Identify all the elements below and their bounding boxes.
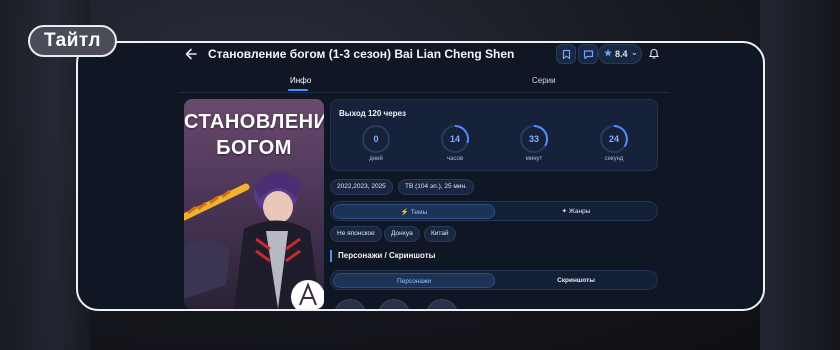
tag-chip[interactable]: Не японское [330,226,382,242]
countdown-days: 0 дней [351,124,401,162]
tab-episodes[interactable]: Серии [532,76,556,85]
themes-genres-switch: ⚡ Темы ✦ Жанры [330,201,658,221]
tab-characters[interactable]: Персонажи [333,273,495,288]
countdown-value: 0 [373,134,379,144]
countdown-value: 24 [608,134,619,144]
countdown-title: Выход 120 через [339,109,406,118]
characters-screenshots-switch: Персонажи Скриншоты [330,270,658,290]
tab-genres[interactable]: ✦ Жанры [497,204,655,219]
lightning-icon: ⚡ [400,209,409,216]
tag-chip[interactable]: Китай [424,226,456,242]
years-chip: 2022,2023, 2025 [330,179,393,195]
rating-value: 8.4 [615,49,628,59]
background-blur-right [760,0,840,350]
character-avatar[interactable] [378,299,410,309]
countdown-label: дней [369,156,383,162]
section-badge: Тайтл [28,25,118,57]
top-bar: Становление богом (1-3 сезон) Bai Lian C… [178,43,670,67]
countdown-minutes: 33 минут [509,124,559,162]
poster-title-line2: БОГОМ [216,137,292,159]
comment-icon [583,50,594,60]
countdown-label: минут [525,156,543,162]
tab-info[interactable]: Инфо [287,76,311,91]
countdown-label: секунд [604,156,624,162]
character-avatar[interactable] [426,299,458,309]
bookmark-button[interactable] [556,44,576,64]
countdown-hours: 14 часов [430,124,480,162]
rating-button[interactable]: ★ 8.4 ⌄ [598,44,642,64]
tab-genres-label: Жанры [568,208,591,215]
tab-bar: Инфо Серии [178,71,670,93]
bell-icon[interactable] [648,48,660,60]
sparkle-icon: ✦ [561,208,568,215]
page-title: Становление богом (1-3 сезон) Bai Lian C… [208,47,515,61]
countdown-seconds: 24 секунд [589,124,639,162]
comments-button[interactable] [578,44,598,64]
format-chip: ТВ (104 эп.), 25 мин. [398,179,474,195]
tab-screenshots[interactable]: Скриншоты [497,273,655,288]
star-icon: ★ [604,48,613,58]
release-countdown: Выход 120 через 0 дней 14 часов 33 минут… [330,99,658,171]
tab-themes[interactable]: ⚡ Темы [333,204,495,219]
screenshot-frame: Становление богом (1-3 сезон) Bai Lian C… [76,41,765,311]
chevron-down-icon: ⌄ [631,48,638,57]
back-arrow-icon[interactable] [184,47,198,61]
poster-title: СТАНОВЛЕНИЕ БОГОМ [184,109,324,161]
title-page: Становление богом (1-3 сезон) Bai Lian C… [178,43,670,309]
character-avatar[interactable] [334,299,366,309]
tab-themes-label: Темы [410,209,428,216]
countdown-value: 33 [528,134,539,144]
countdown-label: часов [446,156,464,162]
poster-image: СТАНОВЛЕНИЕ БОГОМ [184,99,324,309]
bookmark-icon [562,49,571,60]
tag-chip[interactable]: Донхуа [384,226,420,242]
characters-section-title: Персонажи / Скриншоты [330,250,435,262]
countdown-value: 14 [449,134,460,144]
poster-title-line1: СТАНОВЛЕНИЕ [184,111,324,133]
